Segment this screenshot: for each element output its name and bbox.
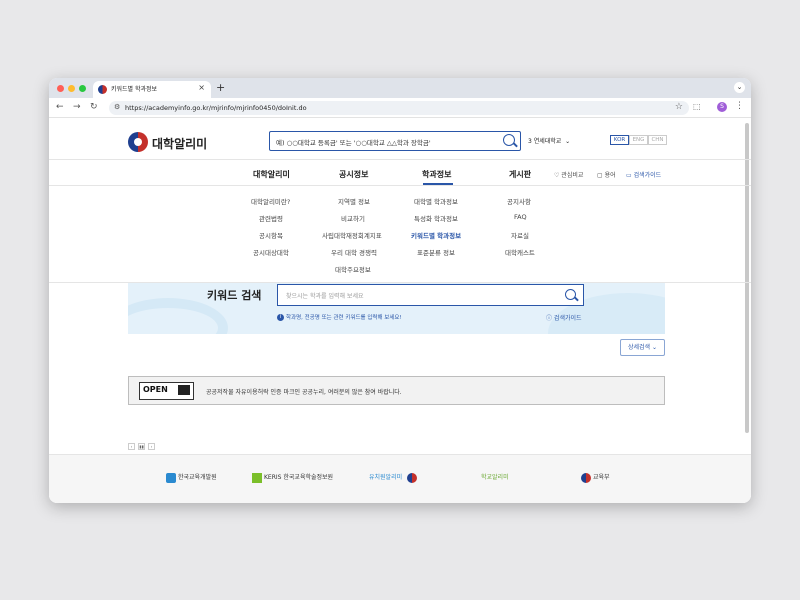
university-select-value: 3 연세대학교 bbox=[528, 138, 562, 145]
util-glossary[interactable]: ▢ 용어 bbox=[597, 170, 616, 179]
license-type-icon bbox=[178, 385, 190, 395]
keyword-search-guide-link[interactable]: ⓘ 검색가이드 bbox=[546, 313, 582, 322]
submenu-item[interactable]: 지역별 정보 bbox=[338, 196, 370, 206]
web-page: 대학알리미 예) ○○대학교 등록금' 또는 '○○대학교 △△학과 장학금' … bbox=[49, 119, 751, 503]
open-license-notice: OPEN 공공저작물 자유이용허락 인증 마크인 공공누리, 여러분의 많은 참… bbox=[128, 376, 665, 405]
search-icon[interactable] bbox=[565, 289, 576, 300]
open-logo-text: OPEN bbox=[143, 385, 168, 394]
nav-about[interactable]: 대학알리미 bbox=[253, 169, 290, 180]
close-window-button[interactable] bbox=[57, 85, 64, 92]
global-search-value: 예) ○○대학교 등록금' 또는 '○○대학교 △△학과 장학금' bbox=[276, 139, 431, 147]
nav-divider bbox=[49, 185, 751, 186]
keyword-search-placeholder: 찾으시는 학과를 입력해 보세요 bbox=[286, 293, 364, 300]
site-logo-text: 대학알리미 bbox=[152, 137, 208, 151]
url-text[interactable]: https://academyinfo.go.kr/mjrinfo/mjrinf… bbox=[125, 104, 307, 112]
submenu-item[interactable]: 대학별 학과정보 bbox=[414, 196, 458, 206]
chevron-down-icon: ⌄ bbox=[651, 344, 658, 351]
keyword-search-input[interactable]: 찾으시는 학과를 입력해 보세요 bbox=[277, 284, 584, 306]
tab-bar: 키워드별 학과정보 × + ⌄ bbox=[49, 78, 751, 98]
open-license-text: 공공저작물 자유이용허락 인증 마크인 공공누리, 여러분의 많은 참여 바랍니… bbox=[206, 389, 402, 396]
forward-icon[interactable]: → bbox=[73, 102, 81, 112]
profile-avatar[interactable]: S bbox=[717, 102, 727, 112]
tab-close-icon[interactable]: × bbox=[198, 83, 205, 92]
submenu-item[interactable]: 특성화 학과정보 bbox=[414, 213, 458, 223]
submenu-item[interactable]: 표준분류 정보 bbox=[417, 247, 455, 257]
address-bar: ← → ↻ ⚙ https://academyinfo.go.kr/mjrinf… bbox=[49, 98, 751, 118]
extensions-icon[interactable]: ⬚ bbox=[693, 102, 701, 111]
nav-board[interactable]: 게시판 bbox=[509, 169, 531, 180]
taegeuk-flag-icon bbox=[407, 472, 418, 483]
submenu-item[interactable]: 공시항목 bbox=[259, 230, 283, 240]
footer-logo-moe[interactable]: 교육부 bbox=[581, 472, 610, 483]
lang-chn[interactable]: CHN bbox=[648, 135, 667, 145]
book-icon: ▢ bbox=[597, 172, 605, 179]
site-favicon-icon bbox=[98, 85, 107, 94]
footer-partners: 한국교육개발원 KERIS 한국교육학술정보원 유치원알리미 학교알리미 교육부 bbox=[49, 454, 751, 503]
search-icon[interactable] bbox=[503, 134, 515, 146]
tab-title: 키워드별 학과정보 bbox=[111, 86, 158, 93]
help-icon: ⓘ bbox=[546, 315, 554, 322]
pager-first-button[interactable]: ‹ bbox=[128, 443, 135, 450]
moe-logo-icon bbox=[581, 472, 591, 483]
url-field[interactable]: ⚙ https://academyinfo.go.kr/mjrinfo/mjri… bbox=[109, 101, 689, 115]
footer-logo-kindergarten[interactable]: 유치원알리미 bbox=[369, 472, 419, 483]
submenu-item[interactable]: 자료실 bbox=[511, 230, 529, 240]
submenu-item[interactable]: 사립대학재정회계지표 bbox=[322, 230, 382, 240]
submenu-item[interactable]: 공시대상대학 bbox=[253, 247, 289, 257]
global-search-input[interactable]: 예) ○○대학교 등록금' 또는 '○○대학교 △△학과 장학금' bbox=[269, 131, 521, 151]
keyword-search-hint: i 학과명, 전공명 또는 관련 키워드를 입력해 보세요! bbox=[277, 313, 402, 321]
footer-logo-kedi[interactable]: 한국교육개발원 bbox=[166, 472, 217, 483]
minimize-window-button[interactable] bbox=[68, 85, 75, 92]
active-tab[interactable]: 키워드별 학과정보 × bbox=[93, 81, 211, 98]
kogl-open-logo: OPEN bbox=[139, 382, 194, 400]
taegeuk-logo-icon bbox=[128, 132, 148, 152]
monitor-icon: ▭ bbox=[626, 172, 634, 179]
pager-next-button[interactable]: › bbox=[148, 443, 155, 450]
bookmark-star-icon[interactable]: ☆ bbox=[675, 102, 683, 112]
kedi-logo-icon bbox=[166, 472, 176, 483]
keyword-search-title: 키워드 검색 bbox=[207, 289, 262, 302]
info-icon: i bbox=[277, 314, 284, 321]
keyword-search-banner: 키워드 검색 찾으시는 학과를 입력해 보세요 i 학과명, 전공명 또는 관련 … bbox=[128, 283, 665, 334]
back-icon[interactable]: ← bbox=[56, 102, 64, 112]
pager-page-button[interactable]: ▮▮ bbox=[138, 443, 145, 450]
submenu-item[interactable]: 관련법령 bbox=[259, 213, 283, 223]
header-divider bbox=[49, 159, 751, 160]
submenu-item[interactable]: 비교하기 bbox=[341, 213, 365, 223]
footer-logo-schoolinfo[interactable]: 학교알리미 bbox=[481, 472, 509, 481]
detail-search-button[interactable]: 상세검색 ⌄ bbox=[620, 339, 665, 356]
new-tab-button[interactable]: + bbox=[216, 81, 225, 94]
university-select[interactable]: 3 연세대학교 ⌄ bbox=[528, 136, 570, 145]
submenu-item-active[interactable]: 키워드별 학과정보 bbox=[411, 230, 461, 240]
nav-department-info[interactable]: 학과정보 bbox=[422, 169, 451, 180]
page-scrollbar[interactable] bbox=[745, 123, 749, 433]
browser-window: 키워드별 학과정보 × + ⌄ ← → ↻ ⚙ https://academyi… bbox=[49, 78, 751, 503]
reload-icon[interactable]: ↻ bbox=[90, 102, 98, 112]
site-info-icon[interactable]: ⚙ bbox=[114, 103, 120, 111]
chevron-down-icon: ⌄ bbox=[563, 138, 571, 145]
submenu-item[interactable]: 공지사항 bbox=[507, 196, 531, 206]
submenu-item[interactable]: FAQ bbox=[514, 213, 527, 221]
nav-disclosure[interactable]: 공시정보 bbox=[339, 169, 368, 180]
submenu-item[interactable]: 대학주요정보 bbox=[335, 264, 371, 274]
submenu-item[interactable]: 우리 대학 경쟁력 bbox=[331, 247, 377, 257]
browser-menu-icon[interactable]: ⋮ bbox=[735, 101, 744, 111]
util-search-guide[interactable]: ▭ 검색가이드 bbox=[626, 170, 661, 179]
banner-decoration bbox=[128, 298, 228, 334]
util-compare[interactable]: ♡ 관심비교 bbox=[554, 170, 583, 179]
submenu-item[interactable]: 대학알리미란? bbox=[251, 196, 290, 206]
keris-logo-icon bbox=[252, 472, 262, 483]
tab-search-button[interactable]: ⌄ bbox=[734, 82, 745, 93]
footer-logo-keris[interactable]: KERIS 한국교육학술정보원 bbox=[252, 472, 333, 483]
lang-kor[interactable]: KOR bbox=[610, 135, 629, 145]
site-logo[interactable]: 대학알리미 bbox=[128, 131, 207, 153]
maximize-window-button[interactable] bbox=[79, 85, 86, 92]
lang-eng[interactable]: ENG bbox=[629, 135, 648, 145]
submenu-item[interactable]: 대학캐스트 bbox=[505, 247, 535, 257]
